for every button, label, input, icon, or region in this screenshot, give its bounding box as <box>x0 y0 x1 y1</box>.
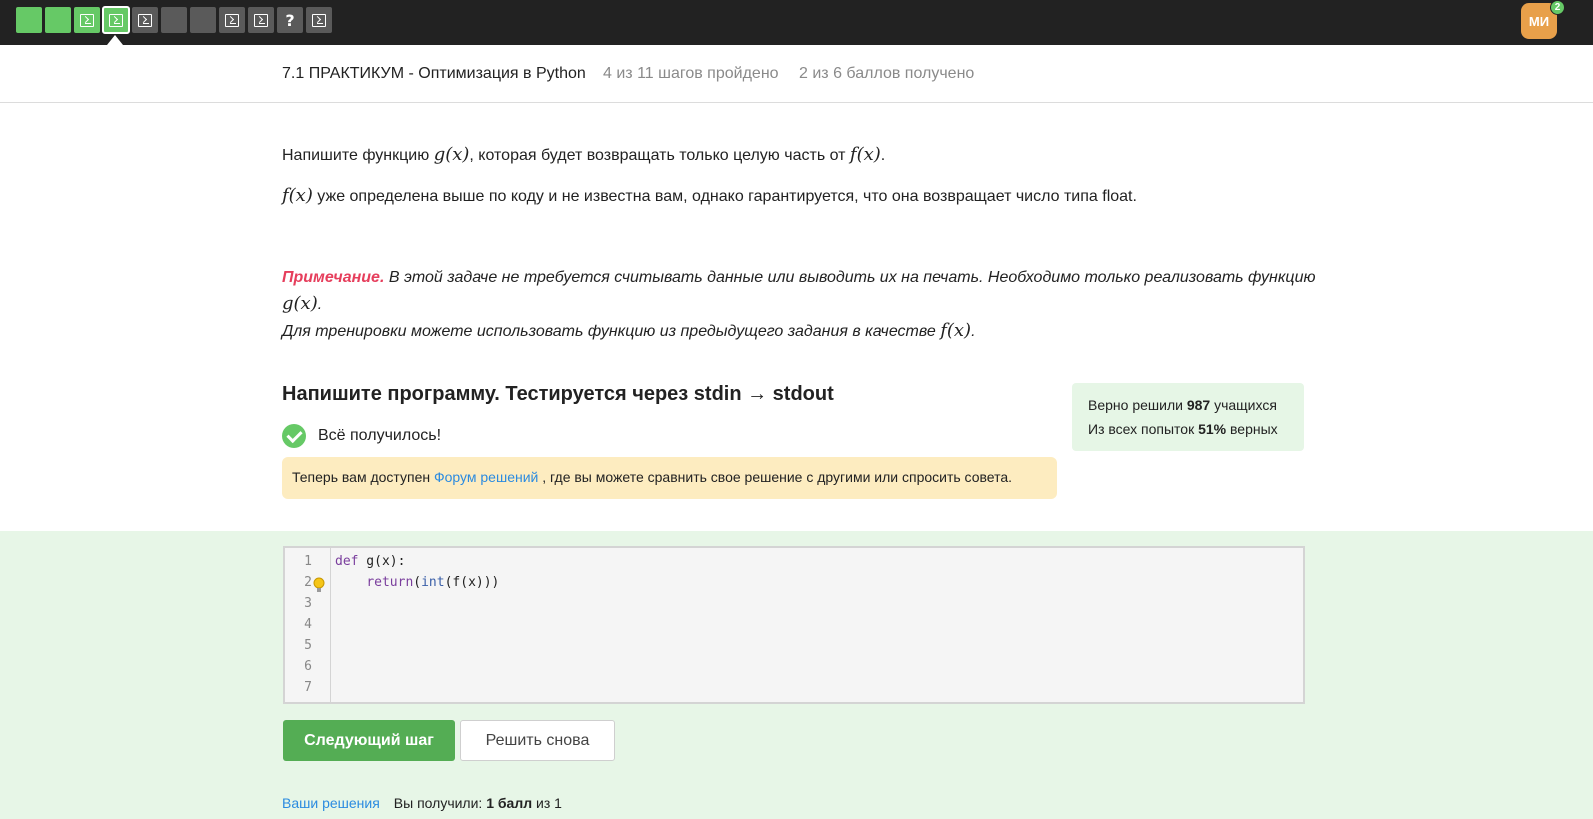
step-2-text[interactable] <box>45 7 71 33</box>
terminal-icon <box>254 13 268 27</box>
forum-notice: Теперь вам доступен Форум решений , где … <box>282 457 1057 499</box>
note-label: Примечание. <box>282 269 385 286</box>
line-number: 4 <box>304 617 312 632</box>
step-7-text[interactable] <box>190 7 216 33</box>
stats-attempts: Из всех попыток 51% верных <box>1088 421 1278 437</box>
terminal-icon <box>312 13 326 27</box>
current-step-pointer <box>107 35 123 45</box>
lesson-header: 7.1 ПРАКТИКУМ - Оптимизация в Python 4 и… <box>0 45 1593 103</box>
notification-badge[interactable]: 2 <box>1550 0 1565 15</box>
code-editor[interactable]: 1 2 3 4 5 6 7 def g(x): return(int(f(x))… <box>283 546 1305 704</box>
note-line-2: Для тренировки можете использовать функц… <box>282 320 976 341</box>
step-9-code[interactable] <box>248 7 274 33</box>
stats-solved: Верно решили 987 учащихся <box>1088 397 1277 413</box>
submission-footer: Ваши решения Вы получили: 1 балл из 1 <box>282 795 562 811</box>
score-text: Вы получили: 1 балл из 1 <box>393 795 562 811</box>
success-text: Всё получилось! <box>318 427 442 444</box>
lesson-steps: ? <box>16 6 332 34</box>
line-number: 6 <box>304 659 312 674</box>
math-f: f(x) <box>282 185 313 206</box>
question-icon: ? <box>285 10 295 30</box>
task-description: Напишите функцию g(x), которая будет воз… <box>282 142 1302 224</box>
solve-again-button[interactable]: Решить снова <box>460 720 615 761</box>
lesson-points: 2 из 6 баллов получено <box>799 65 975 82</box>
terminal-icon <box>109 13 123 27</box>
line-number: 3 <box>304 596 312 611</box>
program-title: Напишите программу. Тестируется через st… <box>282 383 834 405</box>
lightbulb-icon[interactable] <box>313 577 325 594</box>
task-paragraph-1: Напишите функцию g(x), которая будет воз… <box>282 144 886 165</box>
note-line-1: Примечание. В этой задаче не требуется с… <box>282 269 1316 314</box>
step-1-text[interactable] <box>16 7 42 33</box>
line-gutter: 1 2 3 4 5 6 7 <box>285 548 331 702</box>
line-number: 2 <box>304 575 312 590</box>
lesson-title[interactable]: 7.1 ПРАКТИКУМ - Оптимизация в Python <box>282 65 586 83</box>
step-5-code[interactable] <box>132 7 158 33</box>
step-8-code[interactable] <box>219 7 245 33</box>
step-3-code[interactable] <box>74 7 100 33</box>
line-number: 5 <box>304 638 312 653</box>
code-line-2: return(int(f(x))) <box>366 575 500 590</box>
success-message: Всё получилось! <box>282 424 441 448</box>
check-circle-icon <box>282 424 306 448</box>
terminal-icon <box>225 13 239 27</box>
code-line-1: def g(x): <box>335 554 406 569</box>
step-10-quiz[interactable]: ? <box>277 7 303 33</box>
step-4-code-current[interactable] <box>102 6 130 34</box>
terminal-icon <box>80 13 94 27</box>
solve-stats: Верно решили 987 учащихся Из всех попыто… <box>1072 383 1304 451</box>
math-f: f(x) <box>849 144 881 165</box>
next-step-button[interactable]: Следующий шаг <box>283 720 455 761</box>
task-paragraph-2: f(x) уже определена выше по коду и не из… <box>282 185 1137 206</box>
math-f: f(x) <box>940 320 972 341</box>
your-solutions-link[interactable]: Ваши решения <box>282 795 380 811</box>
terminal-icon <box>138 13 152 27</box>
step-11-code[interactable] <box>306 7 332 33</box>
line-number: 7 <box>304 680 312 695</box>
line-number: 1 <box>304 554 312 569</box>
forum-link[interactable]: Форум решений <box>434 469 538 485</box>
lesson-progress: 4 из 11 шагов пройдено <box>603 65 779 82</box>
math-g: g(x) <box>282 293 318 314</box>
task-note: Примечание. В этой задаче не требуется с… <box>282 265 1322 345</box>
top-navigation-bar: ? МИ 2 <box>0 0 1593 45</box>
step-6-text[interactable] <box>161 7 187 33</box>
math-g: g(x) <box>433 144 470 165</box>
